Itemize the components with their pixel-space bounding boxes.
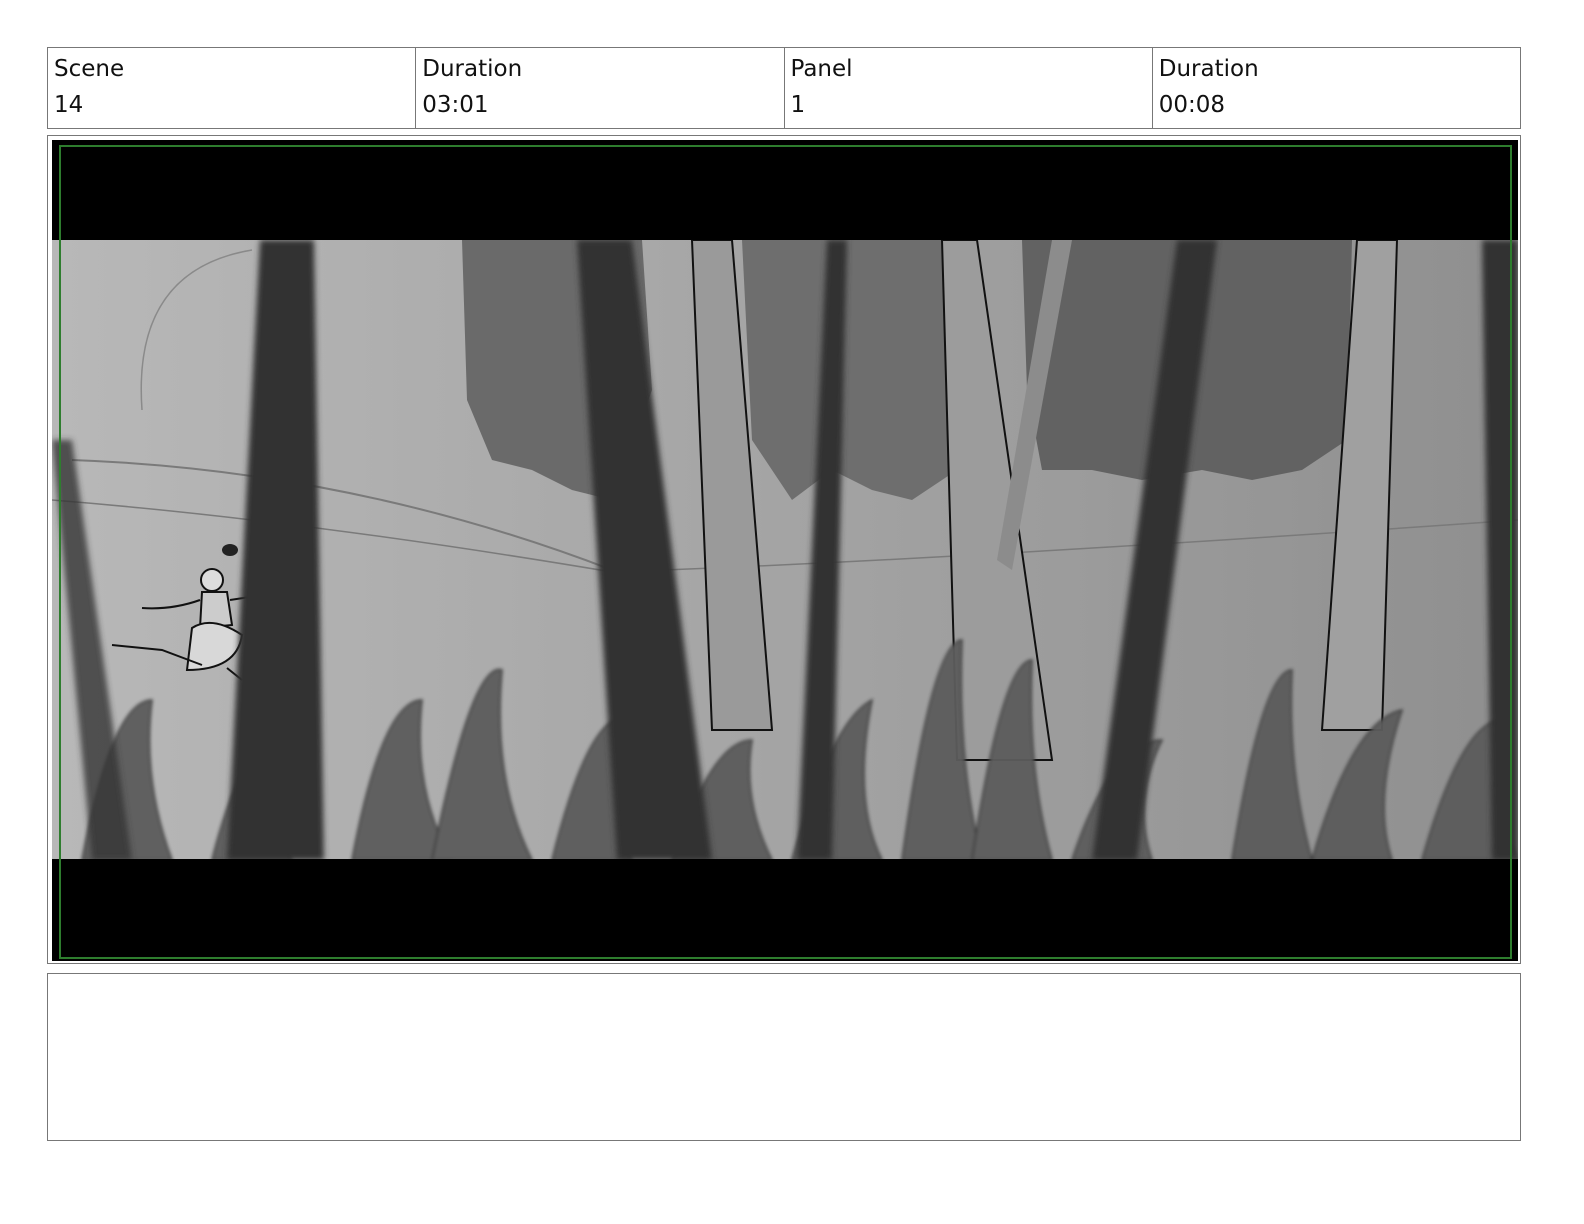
- panel-duration-cell: Duration 00:08: [1153, 48, 1520, 128]
- scene-duration-label: Duration: [422, 56, 523, 82]
- scene-duration-value: 03:01: [422, 92, 489, 118]
- panel-duration-label: Duration: [1158, 56, 1259, 82]
- panel-notes-box: [47, 973, 1521, 1141]
- storyboard-header: Scene 14 Duration 03:01 Panel 1 Duration…: [47, 47, 1521, 129]
- panel-label: Panel: [790, 56, 853, 82]
- forest-scene: [52, 239, 1518, 861]
- panel-duration-value: 00:08: [1158, 92, 1226, 118]
- panel-number: 1: [790, 92, 806, 118]
- panel-cell: Panel 1: [785, 48, 1153, 128]
- scene-label: Scene: [54, 56, 125, 82]
- letterbox-top: [52, 140, 1518, 240]
- scene-number: 14: [54, 92, 84, 118]
- letterbox-bottom: [52, 859, 1518, 961]
- panel-drawing: [52, 140, 1518, 961]
- scene-duration-cell: Duration 03:01: [416, 48, 785, 128]
- storyboard-panel: [47, 135, 1521, 964]
- scene-cell: Scene 14: [48, 48, 417, 128]
